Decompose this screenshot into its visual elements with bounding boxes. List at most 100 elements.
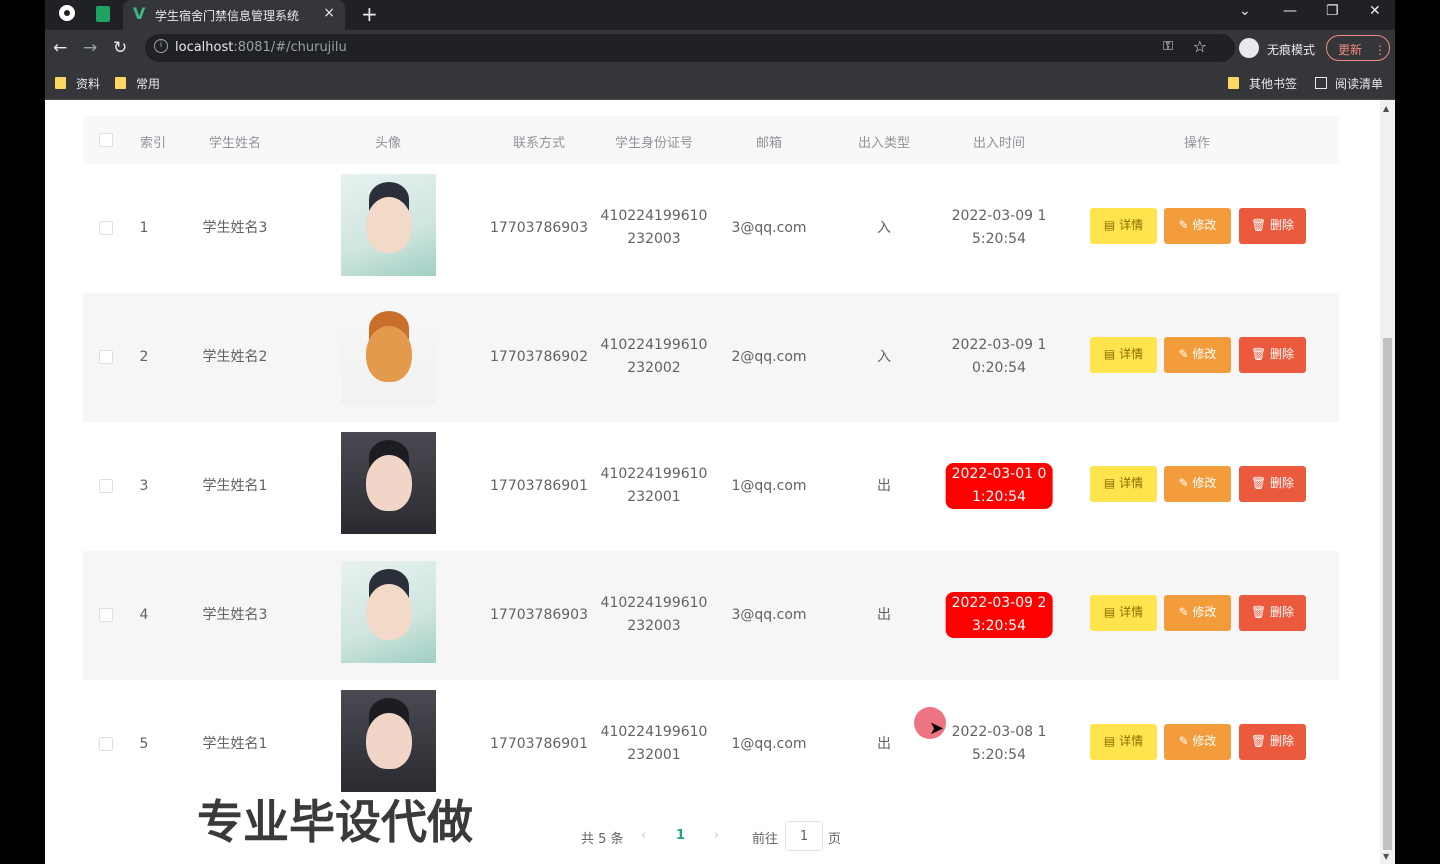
- cell-phone: 17703786901: [490, 478, 588, 494]
- total-count: 共 5 条: [581, 832, 624, 847]
- delete-button[interactable]: 🗑 删除: [1239, 595, 1306, 631]
- student-avatar[interactable]: [341, 174, 436, 276]
- trash-icon: 🗑: [1250, 476, 1271, 490]
- row-checkbox[interactable]: [99, 221, 113, 235]
- tab-active[interactable]: V 学生宿舍门禁信息管理系统 ×: [123, 0, 345, 30]
- cell-time: 2022-03-08 1 5:20:54: [951, 724, 1047, 763]
- cell-email: 2@qq.com: [731, 349, 807, 365]
- back-icon[interactable]: ←: [53, 38, 67, 58]
- edit-button[interactable]: ✎ 修改: [1164, 337, 1231, 373]
- student-avatar[interactable]: [341, 561, 436, 663]
- avatar-face: [365, 197, 412, 253]
- goto-page-input[interactable]: 1: [785, 821, 823, 851]
- prev-page-icon[interactable]: ‹: [641, 828, 646, 843]
- new-tab-icon[interactable]: +: [361, 2, 378, 26]
- page-number-1[interactable]: 1: [676, 828, 685, 843]
- minimize-icon[interactable]: —: [1283, 3, 1297, 19]
- cell-name: 学生姓名1: [202, 736, 268, 752]
- mouse-cursor-icon: ➤: [929, 718, 945, 739]
- detail-button[interactable]: ▤ 详情: [1090, 595, 1157, 631]
- bookmark-star-icon[interactable]: ☆: [1193, 37, 1207, 56]
- student-avatar[interactable]: [341, 432, 436, 534]
- header-type: 出入类型: [857, 136, 911, 151]
- folder-icon: [115, 77, 126, 89]
- select-all-checkbox[interactable]: [99, 133, 113, 147]
- next-page-icon[interactable]: ›: [714, 828, 719, 843]
- detail-button[interactable]: ▤ 详情: [1090, 724, 1157, 760]
- detail-button[interactable]: ▤ 详情: [1090, 337, 1157, 373]
- bookmark-folder-ziliao[interactable]: 资料: [55, 75, 100, 92]
- close-window-icon[interactable]: ✕: [1369, 3, 1381, 19]
- vue-logo-icon: V: [133, 4, 146, 23]
- tab-close-icon[interactable]: ×: [323, 5, 335, 21]
- cell-index: 5: [139, 736, 149, 752]
- row-checkbox[interactable]: [99, 479, 113, 493]
- row-checkbox[interactable]: [99, 350, 113, 364]
- reading-list-icon: [1315, 77, 1327, 89]
- cell-index: 2: [139, 349, 149, 365]
- pencil-icon: ✎: [1178, 734, 1193, 748]
- cell-idcard: 410224199610 232002: [600, 337, 708, 376]
- avatar-face: [365, 326, 412, 382]
- incognito-icon[interactable]: [1239, 38, 1259, 58]
- row-checkbox[interactable]: [99, 737, 113, 751]
- row-checkbox[interactable]: [99, 608, 113, 622]
- cell-email: 1@qq.com: [731, 478, 807, 494]
- bookmarks-bar: 资料 常用 其他书签 阅读清单: [45, 66, 1395, 100]
- edit-button[interactable]: ✎ 修改: [1164, 208, 1231, 244]
- cell-time: 2022-03-09 1 5:20:54: [951, 208, 1047, 247]
- pencil-icon: ✎: [1178, 347, 1193, 361]
- header-name: 学生姓名: [208, 136, 262, 151]
- tab-search-icon[interactable]: ⌄: [1239, 3, 1251, 19]
- delete-button[interactable]: 🗑 删除: [1239, 337, 1306, 373]
- trash-icon: 🗑: [1250, 605, 1271, 619]
- document-icon: ▤: [1103, 218, 1120, 232]
- incognito-label: 无痕模式: [1267, 43, 1316, 57]
- detail-button[interactable]: ▤ 详情: [1090, 208, 1157, 244]
- edit-button[interactable]: ✎ 修改: [1164, 466, 1231, 502]
- cell-type: 出: [877, 607, 891, 623]
- pencil-icon: ✎: [1178, 476, 1193, 490]
- edit-button[interactable]: ✎ 修改: [1164, 595, 1231, 631]
- scroll-up-icon[interactable]: ▲: [1383, 104, 1389, 113]
- document-icon: ▤: [1103, 347, 1120, 361]
- cell-idcard: 410224199610 232001: [600, 724, 708, 763]
- update-button[interactable]: 更新 ⋮: [1326, 35, 1390, 61]
- reload-icon[interactable]: ↻: [113, 38, 127, 58]
- cell-type: 出: [877, 736, 891, 752]
- other-bookmarks[interactable]: 其他书签: [1228, 75, 1297, 92]
- url-input[interactable]: i localhost:8081/#/churujilu ⚿ ☆: [145, 34, 1235, 62]
- cell-type: 出: [877, 478, 891, 494]
- cell-name: 学生姓名3: [202, 220, 268, 236]
- cell-index: 3: [139, 478, 149, 494]
- scroll-thumb[interactable]: [1383, 338, 1392, 850]
- cell-name: 学生姓名3: [202, 607, 268, 623]
- student-avatar[interactable]: [341, 690, 436, 792]
- edit-button[interactable]: ✎ 修改: [1164, 724, 1231, 760]
- cell-idcard: 410224199610 232003: [600, 595, 708, 634]
- delete-button[interactable]: 🗑 删除: [1239, 208, 1306, 244]
- pencil-icon: ✎: [1178, 218, 1193, 232]
- page-content: 索引 学生姓名 头像 联系方式 学生身份证号 邮箱 出入类型 出入时间 操作 1…: [45, 100, 1380, 864]
- header-time: 出入时间: [972, 136, 1026, 151]
- header-avatar: 头像: [374, 136, 402, 151]
- bookmark-folder-changyong[interactable]: 常用: [115, 75, 160, 92]
- detail-button[interactable]: ▤ 详情: [1090, 466, 1157, 502]
- delete-button[interactable]: 🗑 删除: [1239, 466, 1306, 502]
- cell-phone: 17703786901: [490, 736, 588, 752]
- restore-icon[interactable]: ❐: [1326, 3, 1339, 19]
- delete-button[interactable]: 🗑 删除: [1239, 724, 1306, 760]
- tab-title: 学生宿舍门禁信息管理系统: [155, 9, 300, 23]
- document-icon: ▤: [1103, 605, 1120, 619]
- student-avatar[interactable]: [341, 303, 436, 405]
- password-key-icon[interactable]: ⚿: [1163, 39, 1173, 54]
- site-info-icon[interactable]: i: [154, 39, 168, 53]
- vertical-scrollbar[interactable]: ▲ ▼: [1380, 100, 1395, 864]
- sheets-tab-icon[interactable]: [96, 6, 110, 22]
- browser-profile-icon[interactable]: [59, 5, 75, 21]
- header-idcard: 学生身份证号: [614, 136, 694, 151]
- forward-icon[interactable]: →: [83, 38, 97, 58]
- table-row: 3 学生姓名1 17703786901 410224199610 232001 1…: [83, 422, 1339, 551]
- reading-list[interactable]: 阅读清单: [1315, 75, 1383, 92]
- scroll-down-icon[interactable]: ▼: [1383, 852, 1389, 861]
